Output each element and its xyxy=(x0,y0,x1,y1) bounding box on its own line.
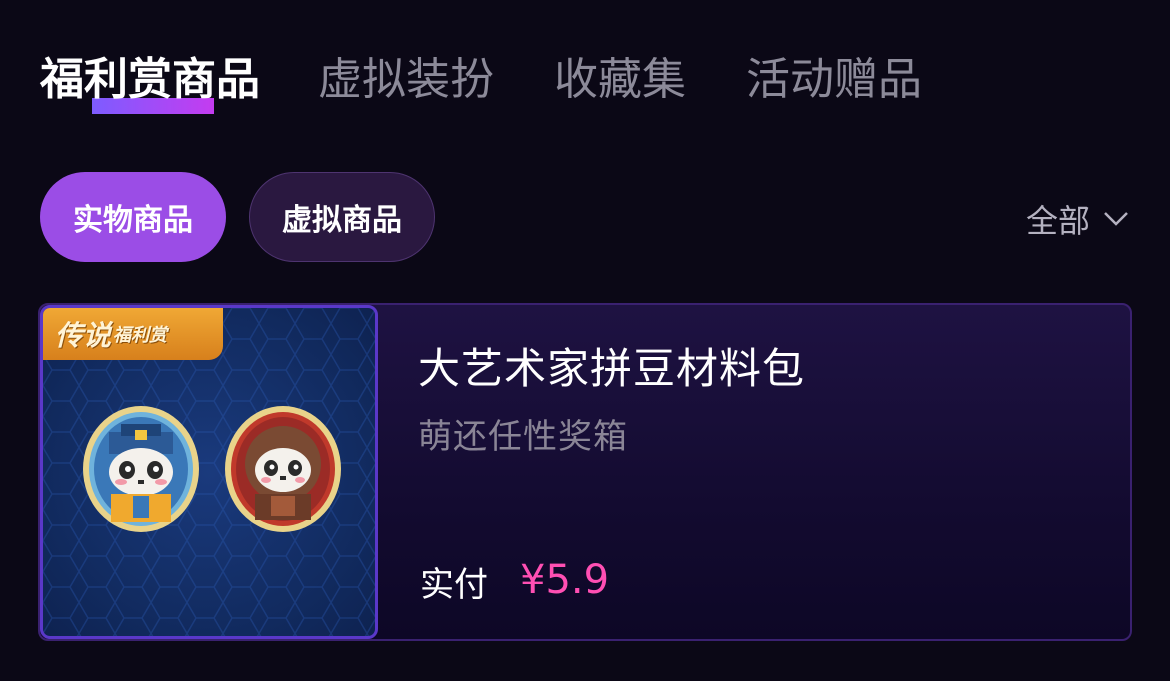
product-subtitle: 萌还任性奖箱 xyxy=(418,417,628,457)
filter-label: 全部 xyxy=(1025,202,1090,240)
product-card[interactable]: 传说 福利赏 大艺术家拼豆材料包 萌还任性奖箱 实付 ¥5.9 xyxy=(38,303,1132,641)
tab-collections[interactable]: 收藏集 xyxy=(554,48,686,112)
legend-welfare-badge: 传说 福利赏 xyxy=(43,308,223,360)
tab-virtual-outfits[interactable]: 虚拟装扮 xyxy=(318,48,494,112)
panda-bead-art-left xyxy=(83,406,199,532)
virtual-goods-chip[interactable]: 虚拟商品 xyxy=(249,172,435,262)
chevron-down-icon xyxy=(1104,212,1128,226)
tab-event-gifts[interactable]: 活动赠品 xyxy=(746,48,922,112)
panda-bead-art-right xyxy=(225,406,341,532)
filter-dropdown[interactable]: 全部 xyxy=(1026,196,1130,242)
product-title: 大艺术家拼豆材料包 xyxy=(418,344,806,393)
physical-goods-chip[interactable]: 实物商品 xyxy=(40,172,226,262)
tab-welfare-products[interactable]: 福利赏商品 xyxy=(40,48,260,112)
category-tabs: 福利赏商品 虚拟装扮 收藏集 活动赠品 xyxy=(40,48,982,114)
product-thumbnail: 传说 福利赏 xyxy=(40,305,378,639)
price: ¥5.9 xyxy=(520,557,610,603)
paid-label: 实付 xyxy=(420,565,488,605)
